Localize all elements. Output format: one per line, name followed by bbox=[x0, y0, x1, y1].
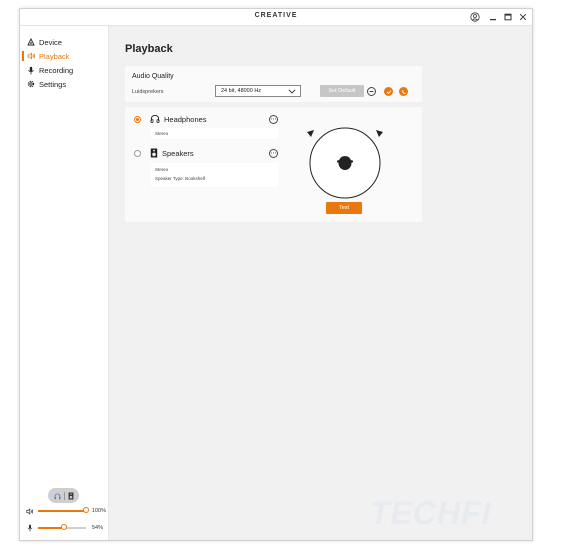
output-volume-row: 100% bbox=[26, 506, 106, 516]
speaker-icon bbox=[26, 52, 36, 60]
sidebar: Device Playback Recording Settings 100% … bbox=[20, 26, 109, 540]
chevron-down-icon bbox=[288, 89, 296, 96]
mic-volume-row: 54% bbox=[26, 523, 106, 533]
audio-quality-title: Audio Quality bbox=[132, 73, 174, 80]
more-options-icon[interactable]: ⋯ bbox=[269, 115, 278, 124]
mic-volume-value: 54% bbox=[92, 525, 104, 531]
headphones-icon bbox=[54, 487, 61, 505]
sidebar-item-playback[interactable]: Playback bbox=[20, 49, 108, 63]
minimize-icon[interactable] bbox=[486, 10, 500, 24]
device-icon bbox=[26, 38, 36, 46]
audio-device-label: Luidsprekers bbox=[132, 89, 164, 95]
brand-logo: CREATIVE bbox=[254, 12, 298, 19]
output-volume-fill bbox=[38, 510, 86, 512]
speaker-box-icon bbox=[150, 148, 158, 158]
sidebar-item-label: Settings bbox=[39, 79, 67, 89]
sidebar-item-settings[interactable]: Settings bbox=[20, 77, 108, 91]
gear-icon bbox=[26, 80, 36, 88]
test-button[interactable]: Test bbox=[326, 202, 362, 214]
mic-volume-knob[interactable] bbox=[60, 524, 67, 530]
device-row-speakers[interactable]: Speakers bbox=[134, 147, 194, 159]
device-detail-text: Stereo bbox=[155, 131, 169, 136]
sidebar-item-label: Recording bbox=[39, 65, 74, 75]
headphones-radio[interactable] bbox=[134, 115, 141, 123]
app-window: CREATIVE Device Playback Recording Setti… bbox=[19, 8, 533, 541]
check-icon[interactable] bbox=[384, 87, 393, 96]
toggle-divider bbox=[63, 491, 65, 500]
device-row-headphones[interactable]: Headphones bbox=[134, 113, 207, 125]
audio-format-value: 24 bit, 48000 Hz bbox=[221, 88, 262, 94]
sidebar-item-label: Playback bbox=[39, 51, 70, 61]
close-icon[interactable] bbox=[516, 10, 530, 24]
headphone-position-diagram bbox=[307, 127, 383, 199]
more-options-icon[interactable]: ⋯ bbox=[269, 149, 278, 158]
output-volume-value: 100% bbox=[91, 508, 106, 514]
volume-icon bbox=[26, 502, 34, 520]
speakers-radio[interactable] bbox=[134, 149, 141, 157]
mute-icon[interactable] bbox=[367, 87, 376, 96]
audio-format-select[interactable]: 24 bit, 48000 Hz bbox=[215, 85, 301, 97]
maximize-icon[interactable] bbox=[501, 10, 515, 24]
speakers-details: Stereo Speaker Type: Bookshelf bbox=[151, 163, 278, 187]
account-icon[interactable] bbox=[468, 10, 482, 24]
device-name: Headphones bbox=[164, 114, 207, 124]
title-bar: CREATIVE bbox=[20, 9, 532, 26]
phone-icon[interactable] bbox=[399, 87, 408, 96]
sidebar-item-device[interactable]: Device bbox=[20, 35, 108, 49]
audio-quality-panel: Audio Quality Luidsprekers 24 bit, 48000… bbox=[125, 66, 422, 102]
output-volume-knob[interactable] bbox=[82, 507, 89, 513]
microphone-icon bbox=[26, 519, 34, 537]
output-devices-panel: Headphones ⋯ Stereo Speakers ⋯ Stereo Sp… bbox=[125, 107, 422, 222]
headphones-details: Stereo bbox=[151, 128, 278, 139]
mic-volume-slider[interactable] bbox=[38, 524, 86, 530]
output-volume-slider[interactable] bbox=[38, 507, 89, 513]
sidebar-item-label: Device bbox=[39, 37, 62, 47]
right-speaker-marker bbox=[376, 130, 383, 137]
device-name: Speakers bbox=[162, 148, 194, 158]
sidebar-item-recording[interactable]: Recording bbox=[20, 63, 108, 77]
page-title: Playback bbox=[125, 43, 173, 55]
device-detail-text: Stereo bbox=[155, 167, 169, 172]
watermark-logo: TECHFI bbox=[370, 495, 492, 531]
left-speaker-marker bbox=[307, 130, 314, 137]
set-default-button[interactable]: Set Default bbox=[320, 85, 364, 97]
headphones-icon bbox=[150, 114, 160, 124]
microphone-icon bbox=[26, 66, 36, 75]
output-device-toggle[interactable] bbox=[48, 488, 79, 503]
speaker-box-icon bbox=[68, 487, 74, 505]
device-detail-text: Speaker Type: Bookshelf bbox=[155, 176, 205, 181]
